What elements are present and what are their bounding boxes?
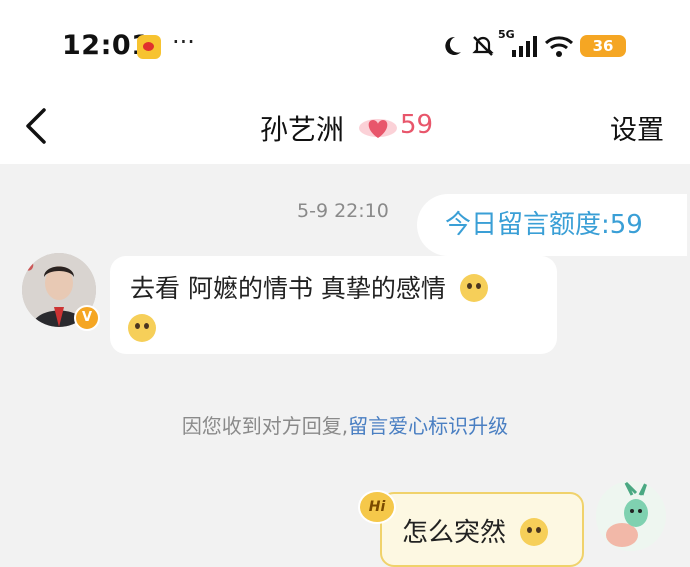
heart-upgrade-link[interactable]: 留言爱心标识升级 bbox=[348, 414, 508, 438]
weibo-icon bbox=[137, 35, 161, 59]
status-bar: 12:01 ··· 5G 36 bbox=[0, 0, 690, 90]
chat-area[interactable]: 5-9 22:10 今日留言额度:59 V 去看 阿嬷的情书 真挚的感情 因您收… bbox=[0, 164, 690, 567]
system-notice-text: 因您收到对方回复, bbox=[181, 414, 349, 438]
wifi-icon bbox=[544, 36, 574, 57]
heart-icon bbox=[359, 119, 397, 138]
message-quota-pill: 今日留言额度:59 bbox=[417, 194, 687, 256]
settings-button[interactable]: 设置 bbox=[610, 108, 664, 147]
signal-icon bbox=[512, 36, 537, 57]
pleading-face-emoji-icon bbox=[459, 274, 488, 302]
mute-icon bbox=[472, 36, 494, 56]
moon-icon bbox=[445, 36, 461, 55]
message-timestamp: 5-9 22:10 bbox=[297, 200, 389, 222]
contact-name: 孙艺洲 bbox=[260, 113, 345, 146]
hi-sticker-badge: Hi bbox=[358, 490, 396, 524]
back-arrow-icon[interactable] bbox=[22, 106, 52, 146]
my-avatar[interactable] bbox=[596, 481, 666, 551]
outgoing-message-text: 怎么突然 bbox=[402, 518, 507, 548]
laughing-face-emoji-icon bbox=[520, 518, 549, 546]
more-notifications-icon: ··· bbox=[172, 28, 195, 56]
incoming-message[interactable]: 去看 阿嬷的情书 真挚的感情 bbox=[110, 256, 557, 354]
outgoing-message[interactable]: 怎么突然 bbox=[380, 492, 584, 567]
intimacy-score: 59 bbox=[400, 110, 434, 140]
verified-badge-icon: V bbox=[74, 305, 100, 331]
system-notice: 因您收到对方回复,留言爱心标识升级 bbox=[0, 410, 690, 439]
chat-header: 孙艺洲 59 设置 bbox=[0, 90, 690, 164]
battery-icon: 36 bbox=[580, 35, 626, 57]
incoming-message-text: 去看 阿嬷的情书 真挚的感情 bbox=[130, 274, 446, 303]
pleading-face-emoji-icon bbox=[128, 314, 156, 342]
